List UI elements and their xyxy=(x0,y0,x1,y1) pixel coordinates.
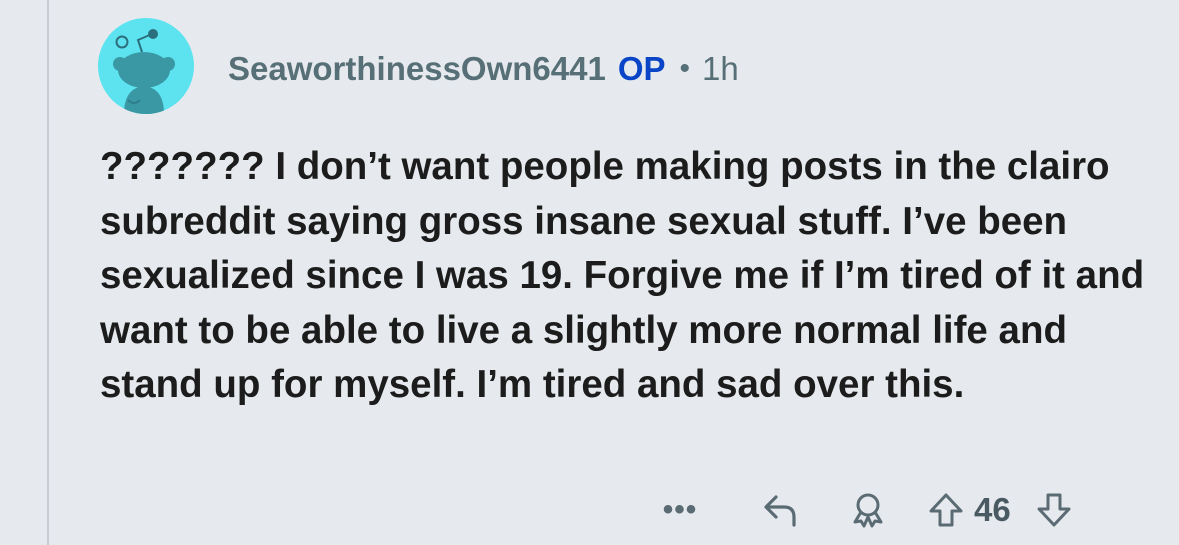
award-button[interactable] xyxy=(838,490,898,530)
username-link[interactable]: SeaworthinessOwn6441 xyxy=(228,50,606,88)
more-icon: ••• xyxy=(662,493,698,526)
reply-arrow-icon xyxy=(764,495,796,527)
user-avatar[interactable] xyxy=(98,18,194,114)
separator-dot: • xyxy=(679,52,691,85)
timestamp: 1h xyxy=(702,50,739,87)
op-badge: OP xyxy=(617,50,666,87)
reply-button[interactable] xyxy=(750,491,810,529)
vote-score: 46 xyxy=(974,491,1011,528)
upvote-arrow-icon xyxy=(929,493,963,527)
comment-actions: ••• 46 xyxy=(650,480,1076,540)
thread-line[interactable] xyxy=(47,0,49,545)
more-options-button[interactable]: ••• xyxy=(650,493,710,527)
upvote-button[interactable] xyxy=(924,491,968,529)
reddit-snoo-avatar-icon xyxy=(113,29,175,114)
comment-body: ??????? I don’t want people making posts… xyxy=(100,145,1145,406)
award-icon xyxy=(853,493,883,528)
downvote-button[interactable] xyxy=(1032,491,1076,529)
downvote-arrow-icon xyxy=(1037,493,1071,527)
comment-header: SeaworthinessOwn6441 OP • 1h xyxy=(228,44,739,94)
